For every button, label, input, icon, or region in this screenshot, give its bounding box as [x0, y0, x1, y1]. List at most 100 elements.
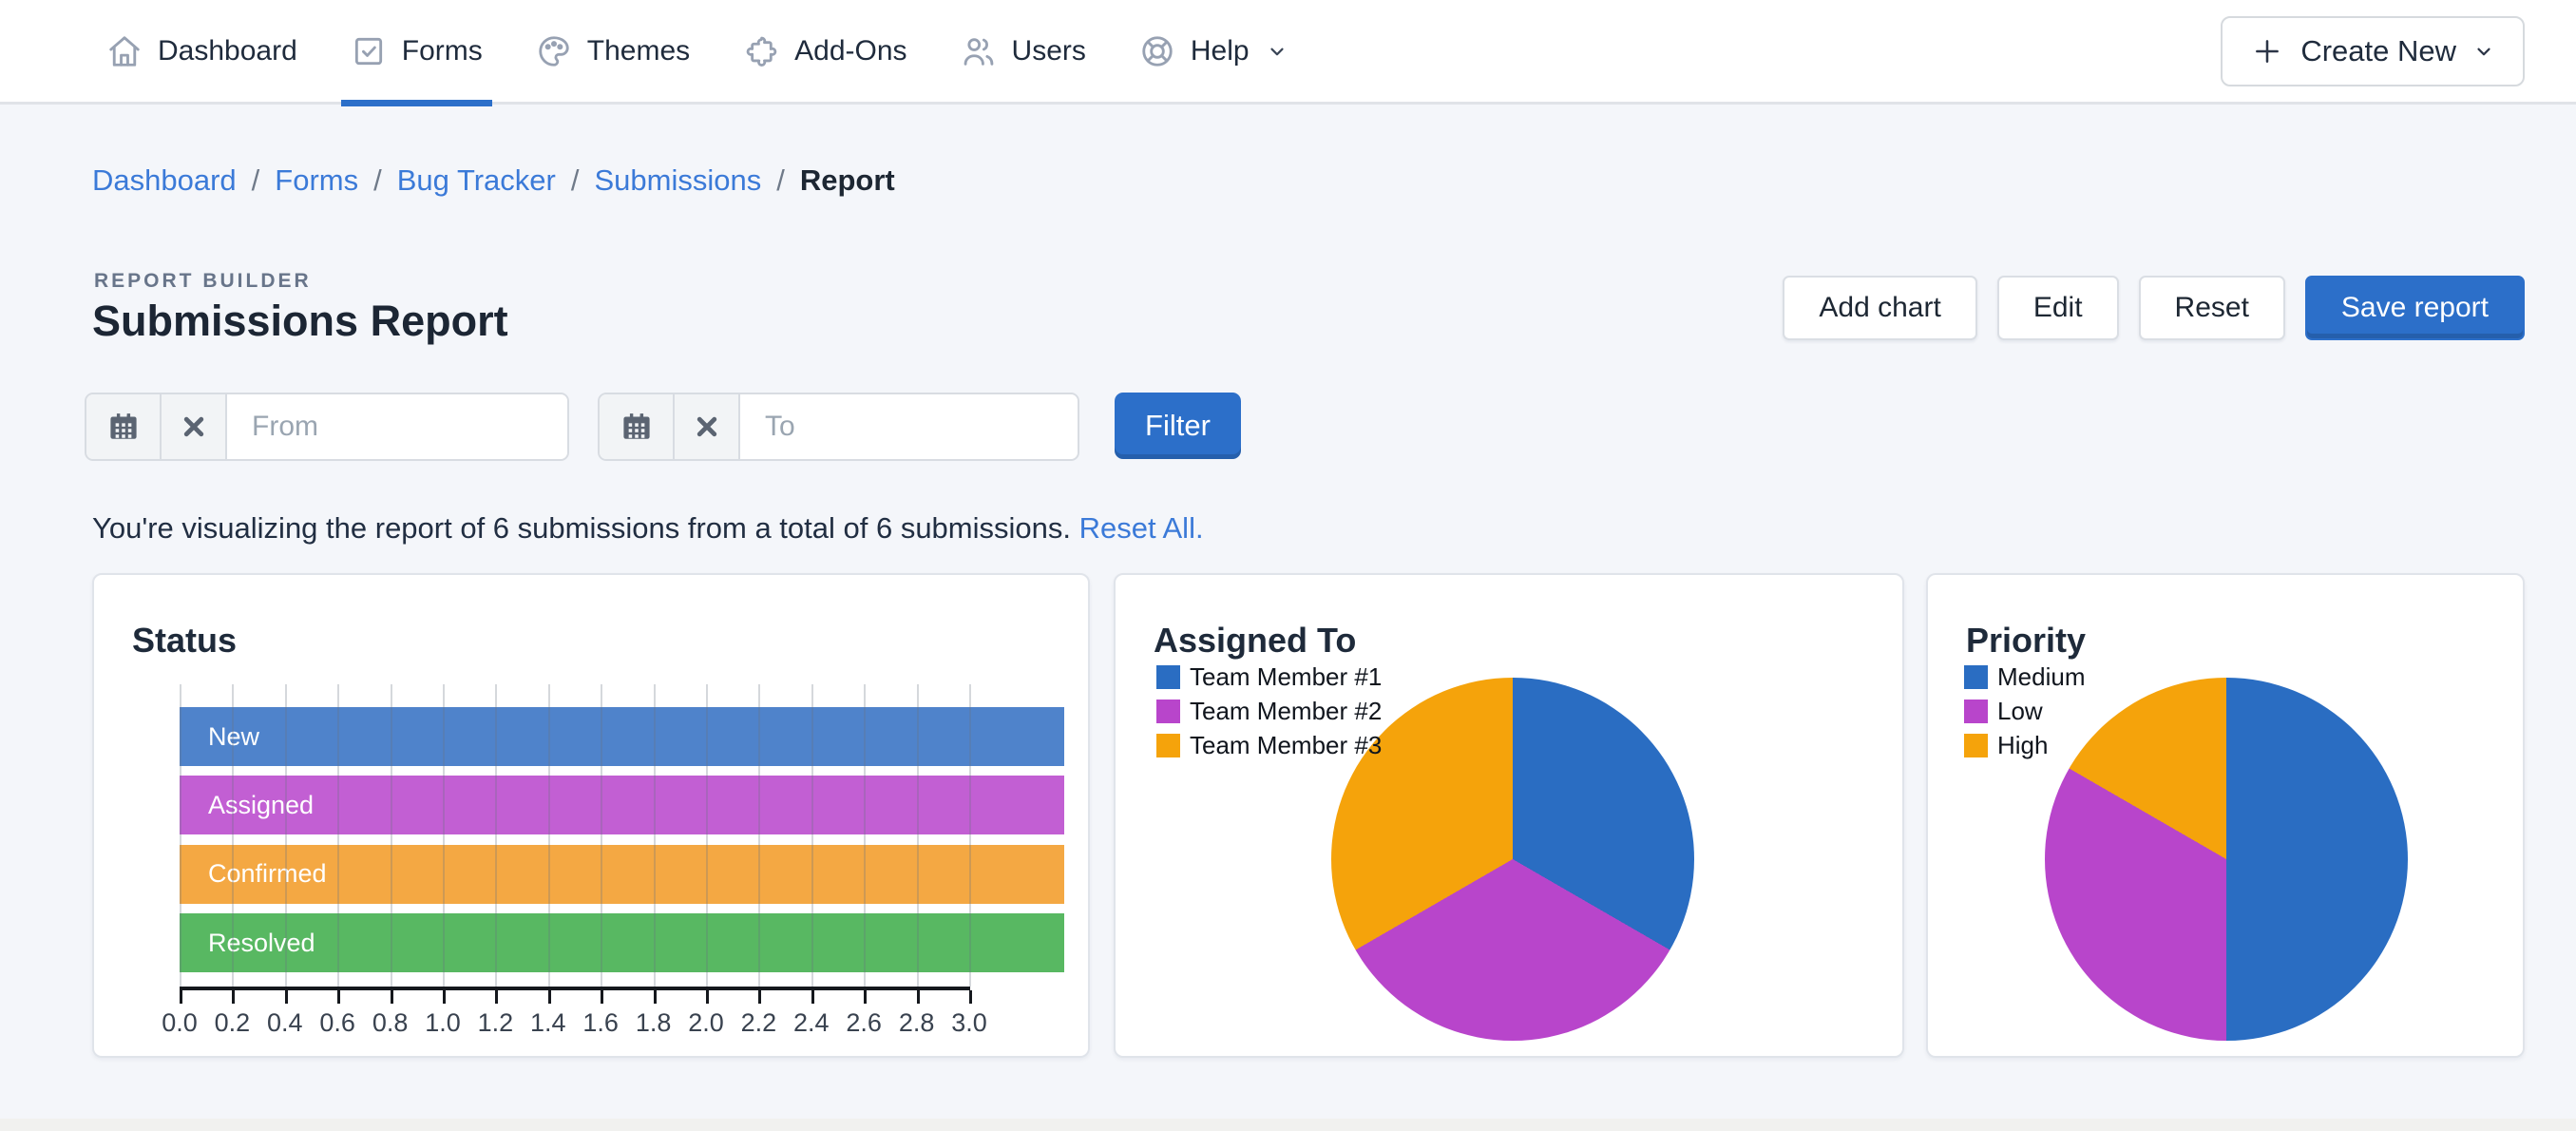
from-date-group [85, 393, 569, 461]
breadcrumb-separator: / [373, 163, 382, 198]
x-axis-tick-label: 1.8 [636, 1008, 672, 1038]
nav-item-label: Help [1191, 35, 1250, 67]
x-axis-tick-label: 2.0 [688, 1008, 724, 1038]
date-filter-row: Filter [85, 393, 1241, 461]
nav-item-label: Dashboard [158, 35, 297, 67]
legend-item: Team Member #2 [1156, 700, 1382, 723]
edit-button[interactable]: Edit [1997, 276, 2119, 340]
create-new-button[interactable]: Create New [2221, 16, 2525, 86]
from-clear-button[interactable] [162, 394, 227, 459]
x-axis-tick-label: 2.6 [846, 1008, 882, 1038]
nav-item-label: Users [1012, 35, 1086, 67]
nav-item-forms[interactable]: Forms [351, 0, 483, 104]
legend-label: Team Member #1 [1190, 662, 1382, 692]
chart-title-priority: Priority [1966, 621, 2086, 661]
x-axis-tick [706, 990, 709, 1004]
gridline [864, 684, 866, 987]
x-axis-tick [548, 990, 551, 1004]
chart-title-assigned-to: Assigned To [1154, 621, 1356, 661]
to-date-input[interactable] [740, 394, 1078, 459]
x-axis-tick [495, 990, 498, 1004]
x-axis-tick-label: 2.2 [741, 1008, 777, 1038]
breadcrumb-separator: / [252, 163, 260, 198]
legend-swatch [1156, 734, 1180, 757]
x-axis-tick [443, 990, 446, 1004]
gridline [391, 684, 392, 987]
nav-item-label: Themes [587, 35, 690, 67]
report-builder-eyebrow: REPORT BUILDER [94, 270, 312, 293]
x-axis-tick [917, 990, 920, 1004]
from-date-input[interactable] [227, 394, 567, 459]
gridline [917, 684, 919, 987]
nav-item-dashboard[interactable]: Dashboard [106, 0, 297, 104]
bar-label: New [180, 722, 259, 752]
clear-x-icon [178, 411, 210, 443]
nav-item-help[interactable]: Help [1139, 0, 1288, 104]
submissions-note: You're visualizing the report of 6 submi… [92, 511, 1204, 546]
note-text: You're visualizing the report of 6 submi… [92, 511, 1071, 545]
x-axis-tick-label: 1.0 [425, 1008, 461, 1038]
calendar-icon [620, 411, 653, 443]
nav-item-themes[interactable]: Themes [536, 0, 690, 104]
x-axis-line [180, 987, 970, 990]
to-clear-button[interactable] [675, 394, 740, 459]
nav-item-label: Add-Ons [794, 35, 906, 67]
x-axis-tick-label: 0.2 [215, 1008, 251, 1038]
filter-button[interactable]: Filter [1115, 393, 1241, 459]
bar-resolved: Resolved [180, 913, 1064, 972]
legend-item: High [1964, 734, 2085, 757]
gridline [443, 684, 445, 987]
breadcrumb-current: Report [800, 163, 895, 198]
legend-swatch [1156, 665, 1180, 689]
status-bar-chart: NewAssignedConfirmedResolved [180, 684, 1064, 987]
breadcrumb-separator: / [571, 163, 580, 198]
from-calendar-button[interactable] [86, 394, 162, 459]
x-axis-tick [391, 990, 393, 1004]
bar-confirmed: Confirmed [180, 845, 1064, 904]
to-calendar-button[interactable] [600, 394, 675, 459]
nav-item-addons[interactable]: Add-Ons [743, 0, 906, 104]
legend-item: Team Member #1 [1156, 665, 1382, 689]
gridline [285, 684, 287, 987]
assigned-to-chart-card: Assigned To Team Member #1 Team Member #2… [1114, 573, 1904, 1058]
x-axis-tick-label: 1.6 [582, 1008, 619, 1038]
x-axis-tick-label: 2.4 [793, 1008, 830, 1038]
priority-pie-chart [2045, 678, 2408, 1041]
add-chart-button[interactable]: Add chart [1783, 276, 1976, 340]
nav-item-users[interactable]: Users [961, 0, 1086, 104]
legend-swatch [1964, 665, 1988, 689]
bar-label: Confirmed [180, 859, 327, 889]
breadcrumb-link-dashboard[interactable]: Dashboard [92, 163, 237, 198]
page-title: Submissions Report [92, 297, 508, 346]
legend-item: Team Member #3 [1156, 734, 1382, 757]
gridline [337, 684, 339, 987]
home-icon [106, 33, 143, 69]
legend-label: Medium [1997, 662, 2085, 692]
breadcrumb-link-bug-tracker[interactable]: Bug Tracker [397, 163, 556, 198]
bar-new: New [180, 707, 1064, 766]
breadcrumb: Dashboard/Forms/Bug Tracker/Submissions/… [92, 163, 895, 198]
palette-icon [536, 33, 572, 69]
gridline [758, 684, 760, 987]
x-axis-tick [232, 990, 235, 1004]
assigned-to-legend: Team Member #1 Team Member #2 Team Member … [1156, 665, 1382, 757]
breadcrumb-link-submissions[interactable]: Submissions [594, 163, 761, 198]
reset-all-link[interactable]: Reset All. [1079, 511, 1204, 545]
clear-x-icon [691, 411, 723, 443]
gridline [811, 684, 813, 987]
nav-item-label: Forms [402, 35, 483, 67]
chevron-down-icon [1267, 41, 1288, 62]
save-report-button[interactable]: Save report [2305, 276, 2525, 340]
breadcrumb-link-forms[interactable]: Forms [275, 163, 358, 198]
reset-button[interactable]: Reset [2139, 276, 2285, 340]
priority-legend: MediumLowHigh [1964, 665, 2085, 757]
x-axis-tick-label: 0.4 [267, 1008, 303, 1038]
x-axis-tick-label: 1.4 [530, 1008, 566, 1038]
gridline [601, 684, 602, 987]
x-axis-tick [758, 990, 761, 1004]
x-axis-tick-label: 1.2 [478, 1008, 514, 1038]
gridline [232, 684, 234, 987]
x-axis-tick [337, 990, 340, 1004]
x-axis-tick-label: 2.8 [899, 1008, 935, 1038]
header-actions: Add chart Edit Reset Save report [1783, 276, 2525, 340]
